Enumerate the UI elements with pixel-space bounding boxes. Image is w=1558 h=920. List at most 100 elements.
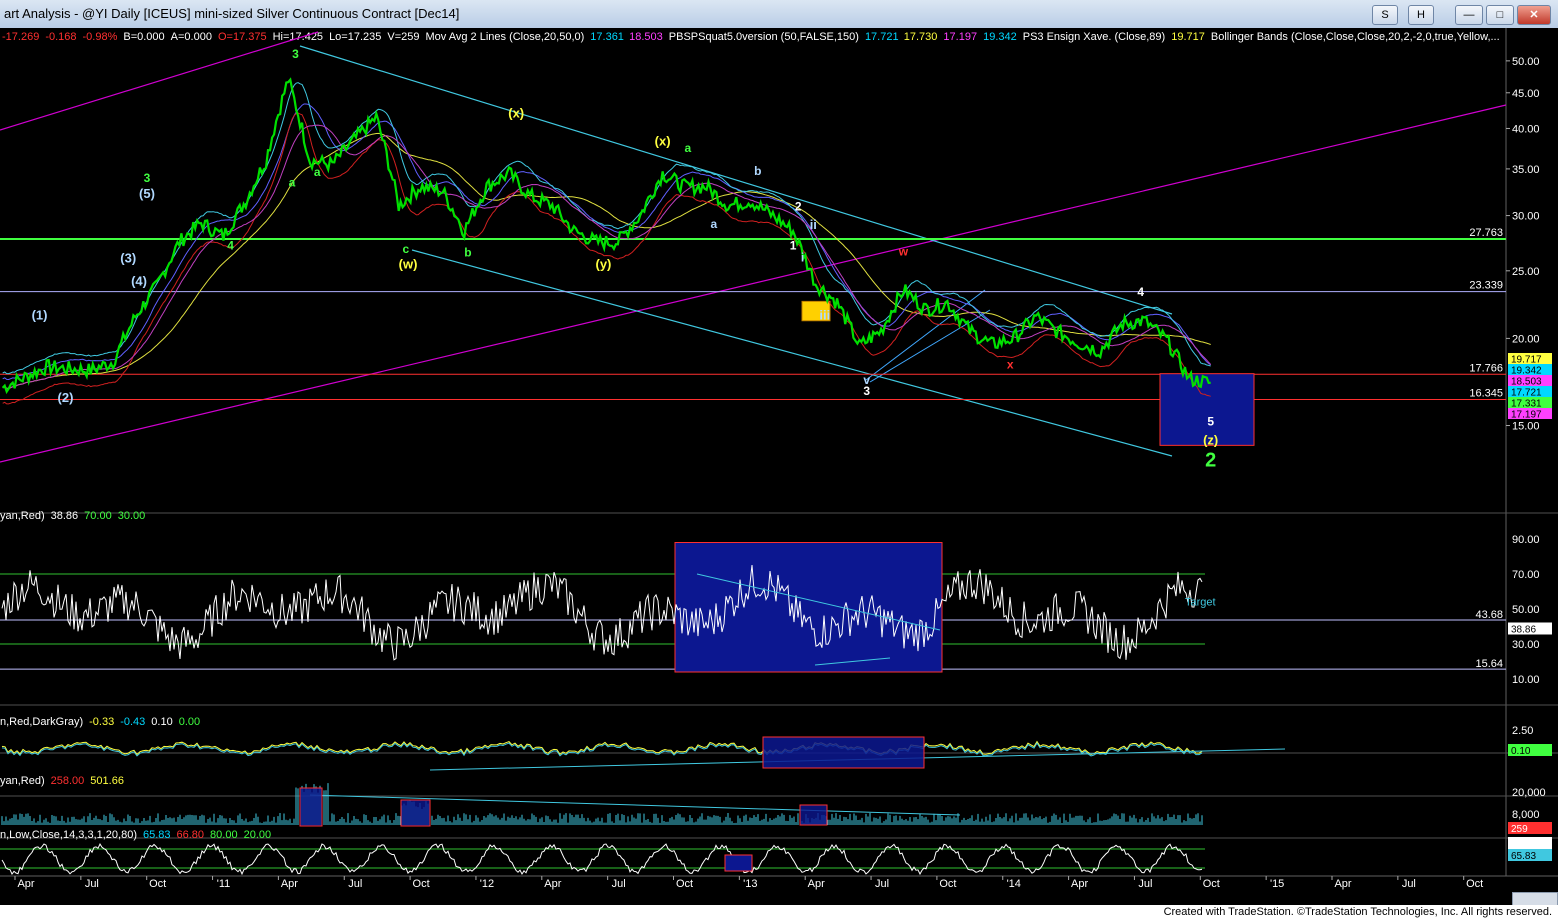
wave-label: (x) (508, 105, 524, 120)
wave-label: b (464, 246, 471, 260)
wave-label: (3) (120, 250, 136, 265)
time-tick-label: '15 (1270, 878, 1284, 890)
level-label: 17.766 (1469, 362, 1503, 374)
level-label: 27.763 (1469, 227, 1503, 239)
time-tick-label: Apr (281, 878, 298, 890)
wave-label: 4 (227, 239, 234, 253)
rsi-tick-label: 50.00 (1512, 604, 1540, 616)
wave-label: (z) (1203, 432, 1218, 447)
price-tag-label: 19.342 (1511, 366, 1542, 377)
legend-item: V=259 (387, 31, 419, 43)
h-menu-button[interactable]: H (1408, 5, 1434, 25)
wave-label: (x) (655, 134, 671, 149)
legend-item: 18.503 (629, 31, 663, 43)
rsi-level-label: 43.68 (1475, 609, 1503, 621)
subpanel-legend-item: 65.83 (143, 829, 171, 841)
subpanel-legend: n,Red,DarkGray) -0.33 -0.43 0.10 0.00 (0, 716, 200, 728)
legend-item: -0.98% (83, 31, 118, 43)
rsi-tick-label: 90.00 (1512, 534, 1540, 546)
subpanel-legend-item: yan,Red) (0, 510, 45, 522)
rsi-current-value: 38.86 (1511, 624, 1536, 635)
rsi-level-label: 15.64 (1475, 658, 1503, 670)
time-tick-label: Jul (348, 878, 362, 890)
close-button[interactable]: ✕ (1517, 5, 1551, 25)
footer-bar: Created with TradeStation. ©TradeStation… (0, 905, 1558, 920)
time-tick-label: Apr (808, 878, 825, 890)
wave-label: a (710, 217, 717, 231)
price-tick-label: 45.00 (1512, 88, 1540, 100)
price-tick-label: 15.00 (1512, 421, 1540, 433)
stoch-top-tag (1508, 837, 1552, 849)
wave-label: 3 (144, 171, 151, 185)
maximize-button[interactable]: □ (1486, 5, 1514, 25)
window-titlebar: art Analysis - @YI Daily [ICEUS] mini-si… (0, 0, 1558, 29)
wave-label: 4 (1137, 285, 1144, 299)
time-tick-label: Jul (1402, 878, 1416, 890)
level-label: 16.345 (1469, 388, 1503, 400)
time-tick-label: Oct (939, 878, 956, 890)
wave-label: 3 (292, 47, 299, 61)
subpanel-legend-item: yan,Red) (0, 775, 45, 787)
price-chart[interactable]: -17.269 -0.168 -0.98% B=0.000 A=0.000 O=17.37… (0, 28, 1558, 905)
volume-highlight-box (799, 804, 828, 826)
legend-item: -0.168 (45, 31, 76, 43)
price-tag-label: 17.721 (1511, 388, 1542, 399)
legend-item: Bollinger Bands (Close,Close,Close,20,2,… (1211, 31, 1500, 43)
time-tick-label: Jul (1138, 878, 1152, 890)
wave-label: (2) (58, 390, 74, 405)
wave-label: (5) (139, 186, 155, 201)
subpanel-legend-item: -0.33 (89, 716, 114, 728)
price-tag-label: 18.503 (1511, 377, 1542, 388)
legend-item: 17.721 (865, 31, 899, 43)
legend-item: Lo=17.235 (329, 31, 381, 43)
subpanel-legend-item: 30.00 (118, 510, 146, 522)
time-tick-label: '13 (743, 878, 757, 890)
price-tick-label: 35.00 (1512, 164, 1540, 176)
subpanel-legend: n,Low,Close,14,3,3,1,20,80) 65.83 66.80 80.… (0, 829, 271, 841)
wave-label: a (314, 165, 321, 179)
wave-label: i (801, 250, 804, 264)
legend-item: 17.730 (904, 31, 938, 43)
wave-label: 3 (863, 384, 870, 398)
wave-label: 2 (795, 200, 802, 214)
wave-label: w (898, 244, 909, 258)
minimize-button[interactable]: — (1455, 5, 1483, 25)
price-tick-label: 20.00 (1512, 333, 1540, 345)
subpanel-legend: yan,Red) 38.86 70.00 30.00 (0, 510, 145, 522)
subpanel-legend: yan,Red) 258.00 501.66 (0, 775, 124, 787)
time-tick-label: Oct (1466, 878, 1483, 890)
subpanel-legend-item: 70.00 (84, 510, 112, 522)
rsi-tick-label: 30.00 (1512, 639, 1540, 651)
legend-item: -17.269 (2, 31, 39, 43)
volume-highlight-box (400, 799, 431, 827)
wave-label: (4) (131, 274, 147, 289)
horizontal-scrollbar[interactable] (1512, 892, 1558, 906)
subpanel-legend-item: 0.10 (151, 716, 172, 728)
legend-item: 17.197 (943, 31, 977, 43)
legend-item: O=17.375 (218, 31, 267, 43)
legend-item: Mov Avg 2 Lines (Close,20,50,0) (426, 31, 585, 43)
wave-label: a (684, 141, 691, 155)
level-label: 23.339 (1469, 280, 1503, 292)
wave-label: 5 (1207, 415, 1214, 429)
price-tick-label: 40.00 (1512, 123, 1540, 135)
volume-tick-label: 8,000 (1512, 809, 1540, 821)
s-menu-button[interactable]: S (1372, 5, 1398, 25)
stoch-highlight-box (724, 854, 753, 872)
macd-highlight-box (762, 736, 925, 769)
legend-item: PS3 Ensign Xave. (Close,89) (1023, 31, 1165, 43)
time-tick-label: Jul (612, 878, 626, 890)
wave-label: x (1007, 358, 1014, 372)
wave-label: b (754, 164, 761, 178)
subpanel-legend-item: 66.80 (177, 829, 205, 841)
wave-label: (1) (32, 307, 48, 322)
price-tag-label: 19.717 (1511, 355, 1542, 366)
volume-highlight-box (299, 787, 323, 827)
subpanel-legend-item: 258.00 (51, 775, 85, 787)
price-tag-label: 17.331 (1511, 399, 1542, 410)
time-tick-label: Apr (1071, 878, 1088, 890)
time-tick-label: '14 (1007, 878, 1021, 890)
time-tick-label: Oct (149, 878, 166, 890)
wave-label: 1 (790, 239, 797, 253)
subpanel-legend-item: n,Red,DarkGray) (0, 716, 83, 728)
